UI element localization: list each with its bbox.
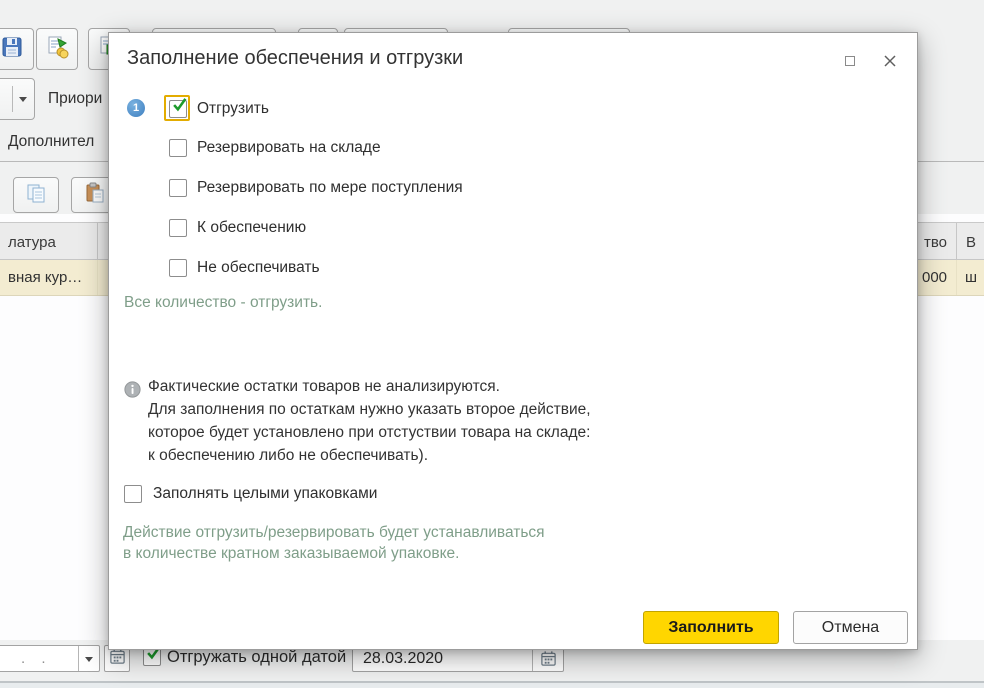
cancel-button[interactable]: Отмена	[793, 611, 908, 644]
close-icon	[884, 55, 896, 67]
paste-icon	[83, 181, 107, 210]
dialog-title: Заполнение обеспечения и отгрузки	[127, 47, 463, 70]
cell-unit: ш	[965, 269, 977, 286]
save-button[interactable]	[0, 28, 34, 70]
split-dropdown-button[interactable]	[0, 78, 35, 120]
minimize-button[interactable]	[840, 51, 860, 71]
copy-icon	[24, 181, 48, 210]
close-button[interactable]	[880, 51, 900, 71]
cell-nomenclature: вная кур…	[8, 269, 82, 286]
whole-packs-checkbox[interactable]	[124, 485, 142, 503]
column-header-unit: В	[966, 234, 976, 251]
cell-quantity: 000	[922, 269, 947, 286]
option-checkbox-otgruzit[interactable]	[169, 100, 187, 118]
column-header-nomenclature: латура	[8, 234, 56, 251]
column-divider	[97, 223, 98, 259]
option-checkbox-reserve-incoming[interactable]	[169, 179, 187, 197]
packs-note-line: в количестве кратном заказываемой упаков…	[123, 543, 545, 564]
priority-label: Приори	[48, 90, 102, 108]
button-divider	[12, 86, 13, 112]
info-text: Фактические остатки товаров не анализиру…	[148, 375, 591, 467]
minimize-icon	[845, 56, 855, 66]
ship-single-date-label[interactable]: Отгружать одной датой	[167, 648, 346, 667]
bottom-strip	[0, 683, 984, 688]
column-header-quantity: тво	[924, 234, 947, 251]
packs-note: Действие отгрузить/резервировать будет у…	[123, 522, 545, 564]
option-checkbox-not-provide[interactable]	[169, 259, 187, 277]
ship-date-value: 28.03.2020	[363, 650, 443, 668]
info-line: которое будет установлено при отстуствии…	[148, 421, 591, 444]
field-divider	[78, 646, 79, 671]
save-icon	[0, 35, 24, 64]
packs-note-line: Действие отгрузить/резервировать будет у…	[123, 522, 545, 543]
checkmark-icon	[172, 98, 187, 111]
empty-date-placeholder: . .	[21, 650, 52, 667]
info-line: Фактические остатки товаров не анализиру…	[148, 375, 591, 398]
option-label-not-provide[interactable]: Не обеспечивать	[197, 258, 320, 278]
calendar-icon	[109, 648, 126, 670]
fill-button[interactable]: Заполнить	[643, 611, 779, 644]
post-document-button[interactable]	[36, 28, 78, 70]
summary-text: Все количество - отгрузить.	[124, 292, 322, 313]
chevron-down-icon[interactable]	[85, 657, 93, 662]
calendar-icon[interactable]	[540, 650, 557, 672]
option-checkbox-to-provision[interactable]	[169, 219, 187, 237]
chevron-down-icon	[19, 97, 27, 102]
option-label-reserve-warehouse[interactable]: Резервировать на складе	[197, 138, 381, 158]
option-checkbox-reserve-warehouse[interactable]	[169, 139, 187, 157]
info-line: к обеспечению либо не обеспечивать).	[148, 444, 591, 467]
option-label-to-provision[interactable]: К обеспечению	[197, 218, 306, 238]
step-badge: 1	[127, 99, 145, 117]
cell-divider	[97, 260, 98, 295]
ship-single-date-checkbox[interactable]	[143, 648, 161, 666]
whole-packs-label[interactable]: Заполнять целыми упаковками	[153, 484, 377, 504]
option-label-reserve-incoming[interactable]: Резервировать по мере поступления	[197, 178, 463, 198]
post-document-icon	[44, 34, 70, 65]
tab-dopolnitelno[interactable]: Дополнител	[8, 133, 94, 151]
copy-button[interactable]	[13, 177, 59, 213]
app-window: Приори Дополнител латура тво В вная кур……	[0, 0, 984, 688]
column-divider	[956, 223, 957, 259]
info-icon	[124, 381, 141, 403]
info-line: Для заполнения по остаткам нужно указать…	[148, 398, 591, 421]
cell-divider	[956, 260, 957, 295]
empty-date-field[interactable]: . .	[0, 645, 100, 672]
fill-provision-dialog: Заполнение обеспечения и отгрузки 1 Отгр…	[108, 32, 918, 650]
option-label-otgruzit[interactable]: Отгрузить	[197, 99, 269, 119]
